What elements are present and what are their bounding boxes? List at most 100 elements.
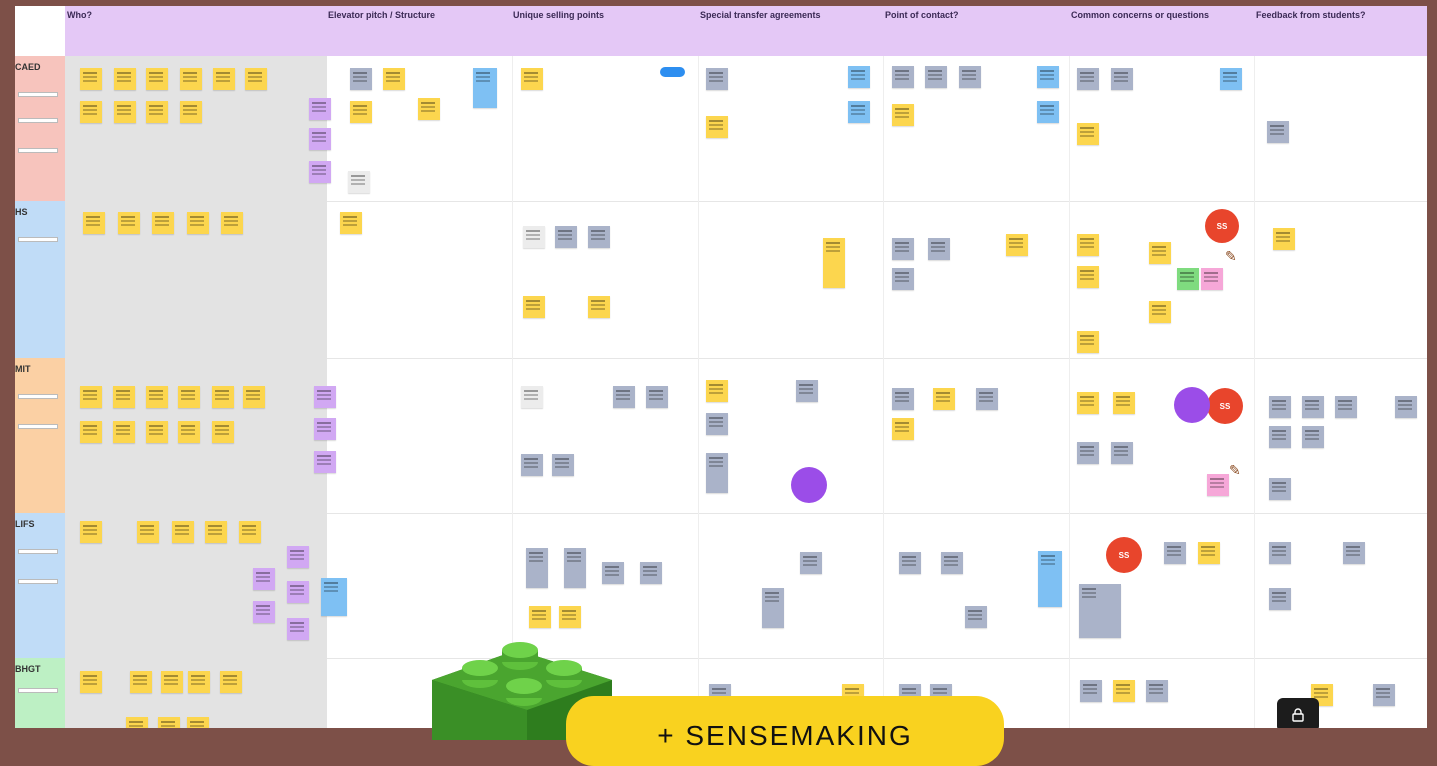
sticky-note[interactable] [80, 671, 102, 693]
lane-field[interactable] [18, 579, 58, 584]
sticky-note[interactable] [1302, 426, 1324, 448]
sticky-note[interactable] [314, 386, 336, 408]
sticky-note[interactable] [178, 421, 200, 443]
sticky-note[interactable] [959, 66, 981, 88]
sticky-note[interactable] [1111, 442, 1133, 464]
sticky-note[interactable] [1269, 426, 1291, 448]
sticky-note[interactable] [180, 101, 202, 123]
sticky-note[interactable] [1269, 396, 1291, 418]
sticky-note[interactable] [899, 552, 921, 574]
sticky-note[interactable] [1037, 101, 1059, 123]
sticky-note[interactable] [928, 238, 950, 260]
sticky-note[interactable] [350, 68, 372, 90]
sticky-note[interactable] [314, 418, 336, 440]
sticky-note[interactable] [521, 454, 543, 476]
sticky-note[interactable] [83, 212, 105, 234]
lane-field[interactable] [18, 92, 58, 97]
sticky-note[interactable] [126, 717, 148, 728]
sticky-note[interactable] [172, 521, 194, 543]
sticky-note[interactable] [941, 552, 963, 574]
sticky-note[interactable] [892, 238, 914, 260]
sticky-note[interactable] [137, 521, 159, 543]
sticky-note[interactable] [80, 101, 102, 123]
sticky-note[interactable] [205, 521, 227, 543]
sticky-note[interactable] [309, 128, 331, 150]
lane-lifs[interactable]: LIFS [15, 513, 65, 658]
sticky-note[interactable] [1395, 396, 1417, 418]
purple-circle-sticker[interactable] [1174, 387, 1210, 423]
sticky-note[interactable] [1164, 542, 1186, 564]
sticky-note[interactable] [1201, 268, 1223, 290]
sticky-note[interactable] [762, 588, 784, 628]
sticky-note[interactable] [146, 101, 168, 123]
column-header-contact[interactable]: Point of contact? [885, 10, 959, 20]
sticky-note[interactable] [1220, 68, 1242, 90]
purple-circle-sticker[interactable] [791, 467, 827, 503]
lane-hs[interactable]: HS [15, 201, 65, 358]
sticky-note[interactable] [892, 104, 914, 126]
lane-field[interactable] [18, 549, 58, 554]
sticky-note[interactable] [1006, 234, 1028, 256]
sticky-note[interactable] [220, 671, 242, 693]
sticky-note[interactable] [178, 386, 200, 408]
lane-field[interactable] [18, 688, 58, 693]
sticky-note[interactable] [113, 421, 135, 443]
sticky-note[interactable] [253, 568, 275, 590]
sticky-note[interactable] [706, 453, 728, 493]
sticky-note[interactable] [1080, 680, 1102, 702]
sticky-note[interactable] [706, 413, 728, 435]
sticky-note[interactable] [473, 68, 497, 108]
sticky-note[interactable] [187, 717, 209, 728]
column-header-concerns[interactable]: Common concerns or questions [1071, 10, 1209, 20]
lane-bhgt[interactable]: BHGT [15, 658, 65, 728]
column-header-elevator-pitch[interactable]: Elevator pitch / Structure [328, 10, 435, 20]
sticky-note[interactable] [321, 578, 347, 616]
sticky-note[interactable] [1302, 396, 1324, 418]
sticky-note[interactable] [796, 380, 818, 402]
sticky-note[interactable] [418, 98, 440, 120]
sticky-note[interactable] [848, 66, 870, 88]
sticky-note[interactable] [243, 386, 265, 408]
sticky-note[interactable] [526, 548, 548, 588]
sensemaking-banner[interactable]: + SENSEMAKING [566, 696, 1004, 766]
sticky-note[interactable] [80, 421, 102, 443]
sticky-note[interactable] [1149, 301, 1171, 323]
sticky-note[interactable] [80, 521, 102, 543]
sticky-note[interactable] [1198, 542, 1220, 564]
sticky-note[interactable] [1077, 266, 1099, 288]
sticky-note[interactable] [706, 380, 728, 402]
sticky-note[interactable] [892, 268, 914, 290]
sticky-note[interactable] [114, 101, 136, 123]
sticky-note[interactable] [253, 601, 275, 623]
sticky-note[interactable] [1077, 442, 1099, 464]
sticky-note[interactable] [1113, 680, 1135, 702]
lock-button[interactable] [1277, 698, 1319, 728]
sticky-note[interactable] [1077, 123, 1099, 145]
sticky-note[interactable] [1273, 228, 1295, 250]
sticky-note[interactable] [158, 717, 180, 728]
sticky-note[interactable] [640, 562, 662, 584]
sticky-note[interactable] [521, 68, 543, 90]
sticky-note[interactable] [1269, 588, 1291, 610]
sticky-note[interactable] [613, 386, 635, 408]
sticky-note[interactable] [1038, 551, 1062, 607]
sticky-note[interactable] [212, 421, 234, 443]
sticky-note[interactable] [309, 161, 331, 183]
sticky-note[interactable] [933, 388, 955, 410]
lane-field[interactable] [18, 424, 58, 429]
sticky-note[interactable] [113, 386, 135, 408]
sticky-note[interactable] [212, 386, 234, 408]
sticky-note[interactable] [564, 548, 586, 588]
sticky-note[interactable] [976, 388, 998, 410]
sticky-note[interactable] [1343, 542, 1365, 564]
sticky-note[interactable] [925, 66, 947, 88]
sticky-note[interactable] [559, 606, 581, 628]
sticky-note[interactable] [1077, 68, 1099, 90]
sticky-note[interactable] [1111, 68, 1133, 90]
sticky-note[interactable] [187, 212, 209, 234]
sticky-note[interactable] [800, 552, 822, 574]
sticky-note[interactable] [521, 386, 543, 408]
sticky-note[interactable] [221, 212, 243, 234]
sticky-note[interactable] [161, 671, 183, 693]
sticky-note[interactable] [706, 116, 728, 138]
